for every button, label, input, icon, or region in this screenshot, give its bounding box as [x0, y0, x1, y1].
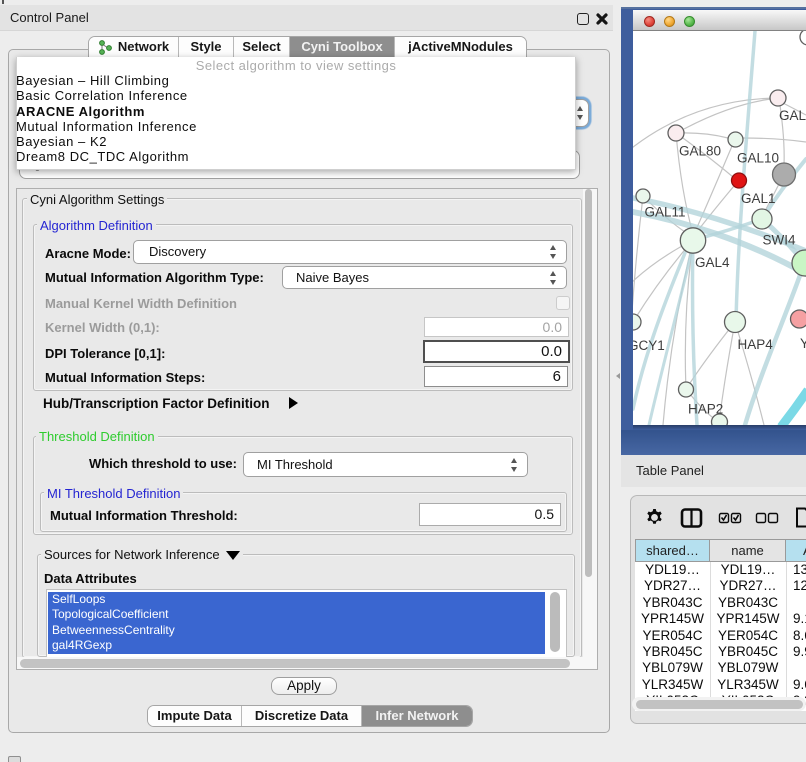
- svg-text:GAL10: GAL10: [737, 151, 779, 166]
- svg-text:GCY1: GCY1: [633, 338, 665, 353]
- svg-text:HAP4: HAP4: [738, 337, 774, 352]
- svg-text:HAP2: HAP2: [688, 402, 723, 417]
- svg-text:GAL2: GAL2: [779, 108, 806, 123]
- svg-text:GAL1: GAL1: [741, 191, 776, 206]
- svg-text:GAL11: GAL11: [645, 205, 686, 220]
- svg-text:SWI4: SWI4: [763, 233, 796, 248]
- svg-text:GAL80: GAL80: [679, 144, 721, 159]
- svg-text:GAL4: GAL4: [695, 255, 730, 270]
- svg-text:YJ: YJ: [800, 336, 806, 351]
